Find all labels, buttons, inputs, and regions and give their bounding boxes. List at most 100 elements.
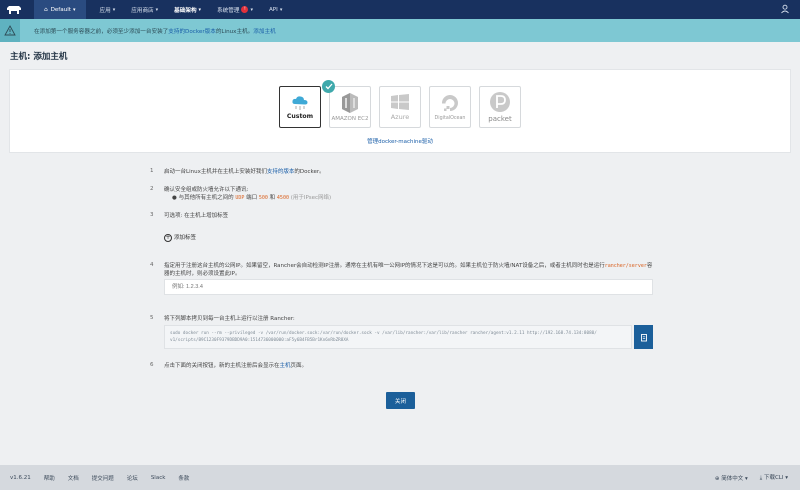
copy-icon xyxy=(640,333,647,341)
home-icon: ⌂ xyxy=(44,6,48,13)
banner-text-2: 的Linux主机。 xyxy=(215,28,254,35)
close-button[interactable]: 关闭 xyxy=(386,392,415,409)
footer-link-slack[interactable]: Slack xyxy=(151,475,166,481)
download-cli-label: 下载CLI xyxy=(763,475,784,481)
add-label-button[interactable]: + 添加标签 xyxy=(164,234,657,242)
footer-link-terms[interactable]: 条款 xyxy=(178,474,189,482)
step-2-bullet: ● 与其他所有主机之间的 UDP 端口 500 和 4500 (用于IPsec网… xyxy=(172,195,332,201)
plus-icon: + xyxy=(164,234,172,242)
driver-azure[interactable]: Azure xyxy=(379,86,421,128)
udp-code: UDP xyxy=(235,195,245,201)
banner-add-host-link[interactable]: 添加主机 xyxy=(253,27,275,35)
download-cli[interactable]: ⤓ 下载CLI ▾ xyxy=(760,473,788,482)
driver-custom-label: Custom xyxy=(286,112,314,120)
page-title: 主机: 添加主机 xyxy=(10,52,68,62)
download-icon: ⤓ xyxy=(759,475,763,481)
hosts-page-link[interactable]: 主机 xyxy=(280,363,291,369)
banner-text-1: 在添加第一个服务容器之前，必须至少添加一台安装了 xyxy=(34,28,169,35)
nav-api[interactable]: API ▾ xyxy=(261,0,290,19)
supported-version-link[interactable]: 支持的版本 xyxy=(267,169,295,175)
top-nav: ⌂ Default ▾ 应用 ▾ 应用商店 ▾ 基础架构 ▾ 系统管理! ▾ API ▾ xyxy=(0,0,800,19)
step-number: 1 xyxy=(150,168,154,174)
banner-docker-version-link[interactable]: 支持的Docker版本 xyxy=(168,27,216,35)
manage-drivers-link[interactable]: 管理docker-machine驱动 xyxy=(10,137,790,145)
alert-badge: ! xyxy=(241,6,249,13)
digitalocean-icon xyxy=(441,94,458,111)
environment-switcher[interactable]: ⌂ Default ▾ xyxy=(34,0,86,19)
footer-link-docs[interactable]: 文档 xyxy=(68,474,79,482)
language-label: 简体中文 xyxy=(721,475,744,482)
chevron-down-icon: ▾ xyxy=(250,6,253,13)
warning-banner: 在添加第一个服务容器之前，必须至少添加一台安装了 支持的Docker版本 的Li… xyxy=(0,19,800,42)
step-1-text: 启动一台Linux主机并在主机上安装好我们 xyxy=(164,169,267,175)
nav-apps-label: 应用 xyxy=(99,7,111,14)
chevron-down-icon: ▾ xyxy=(745,475,748,482)
nav-catalog-label: 应用商店 xyxy=(131,7,154,14)
nav-infrastructure[interactable]: 基础架构 ▾ xyxy=(166,0,209,19)
nav-infrastructure-label: 基础架构 xyxy=(174,7,197,14)
ipsec-note: (用于IPsec网络) xyxy=(290,195,332,201)
driver-amazon-ec2[interactable]: AMAZON EC2 xyxy=(329,86,371,128)
environment-label: Default xyxy=(50,6,72,13)
port-500-code: 500 xyxy=(258,195,268,201)
footer-link-help[interactable]: 帮助 xyxy=(44,474,55,482)
bullet-port-text: 端口 xyxy=(246,195,258,201)
selected-check-icon xyxy=(322,80,335,93)
add-label-text: 添加标签 xyxy=(174,235,197,241)
step-6-text-end: 页面。 xyxy=(290,363,308,369)
driver-packet[interactable]: packet xyxy=(479,86,521,128)
rancher-logo-icon[interactable] xyxy=(4,0,24,19)
chevron-down-icon: ▾ xyxy=(112,6,116,13)
footer-link-forum[interactable]: 论坛 xyxy=(127,474,138,482)
public-ip-input[interactable] xyxy=(164,279,653,295)
chevron-down-icon: ▾ xyxy=(198,6,202,13)
driver-azure-label: Azure xyxy=(390,113,410,121)
step-4-text: 指定用于注册这台主机的公网IP。如果留空，Rancher会自动检测IP注册。通常… xyxy=(164,263,605,269)
command-line-2: v1/scripts/B9C1230F9379DBDD9A0:151473600… xyxy=(170,338,349,343)
driver-amazon-ec2-label: AMAZON EC2 xyxy=(331,116,369,122)
globe-icon: ⊕ xyxy=(714,475,720,482)
custom-cloud-icon xyxy=(292,95,308,110)
chevron-down-icon: ▾ xyxy=(155,6,159,13)
driver-custom[interactable]: Custom xyxy=(279,86,321,128)
chevron-down-icon: ▾ xyxy=(785,475,788,481)
chevron-down-icon: ▾ xyxy=(73,6,76,13)
port-4500-code: 4500 xyxy=(276,195,289,201)
azure-icon xyxy=(391,94,409,110)
rancher-server-code: rancher/server xyxy=(604,263,647,269)
step-number: 6 xyxy=(150,362,154,368)
step-1-text-end: 的Docker。 xyxy=(294,169,325,175)
user-icon[interactable] xyxy=(780,4,790,14)
packet-icon xyxy=(490,92,510,112)
nav-catalog[interactable]: 应用商店 ▾ xyxy=(123,0,166,19)
command-line-1: sudo docker run --rm --privileged -v /va… xyxy=(170,331,597,336)
nav-apps[interactable]: 应用 ▾ xyxy=(92,0,124,19)
bullet-and-text: 和 xyxy=(269,195,276,201)
driver-packet-label: packet xyxy=(488,115,512,123)
driver-panel: Custom AMAZON EC2 Azure DigitalOcean pac… xyxy=(9,69,791,153)
copy-button[interactable] xyxy=(634,325,653,349)
chevron-down-icon: ▾ xyxy=(279,6,283,13)
warning-icon xyxy=(0,19,20,42)
step-5-text: 将下列脚本拷贝到每一台主机上运行以注册 Rancher: xyxy=(164,316,295,322)
footer-right: ⊕ 简体中文 ▾ ⤓ 下载CLI ▾ xyxy=(715,465,800,490)
registration-command[interactable]: sudo docker run --rm --privileged -v /va… xyxy=(164,325,632,349)
step-number: 3 xyxy=(150,212,154,218)
nav-admin[interactable]: 系统管理! ▾ xyxy=(209,0,261,19)
driver-digitalocean[interactable]: DigitalOcean xyxy=(429,86,471,128)
bullet-text: 与其他所有主机之间的 xyxy=(178,195,234,201)
step-number: 2 xyxy=(150,186,154,192)
driver-digitalocean-label: DigitalOcean xyxy=(434,115,466,121)
step-6-text: 点击下面的关闭按钮，新的主机注册后会显示在 xyxy=(164,363,280,369)
amazon-ec2-icon xyxy=(342,93,358,113)
version-label: v1.6.21 xyxy=(10,474,31,481)
step-number: 5 xyxy=(150,315,154,321)
footer-link-issue[interactable]: 提交问题 xyxy=(92,474,114,482)
step-3-text: 可选项: 在主机上增加标签 xyxy=(164,213,229,219)
nav-api-label: API xyxy=(268,6,278,13)
nav-admin-label: 系统管理 xyxy=(217,7,240,14)
language-selector[interactable]: ⊕ 简体中文 ▾ xyxy=(715,474,748,482)
step-number: 4 xyxy=(150,262,154,268)
step-2-text: 确认安全组或防火墙允许以下通讯: xyxy=(164,187,249,193)
footer: v1.6.21 帮助 文档 提交问题 论坛 Slack 条款 ⊕ 简体中文 ▾ … xyxy=(0,465,800,490)
